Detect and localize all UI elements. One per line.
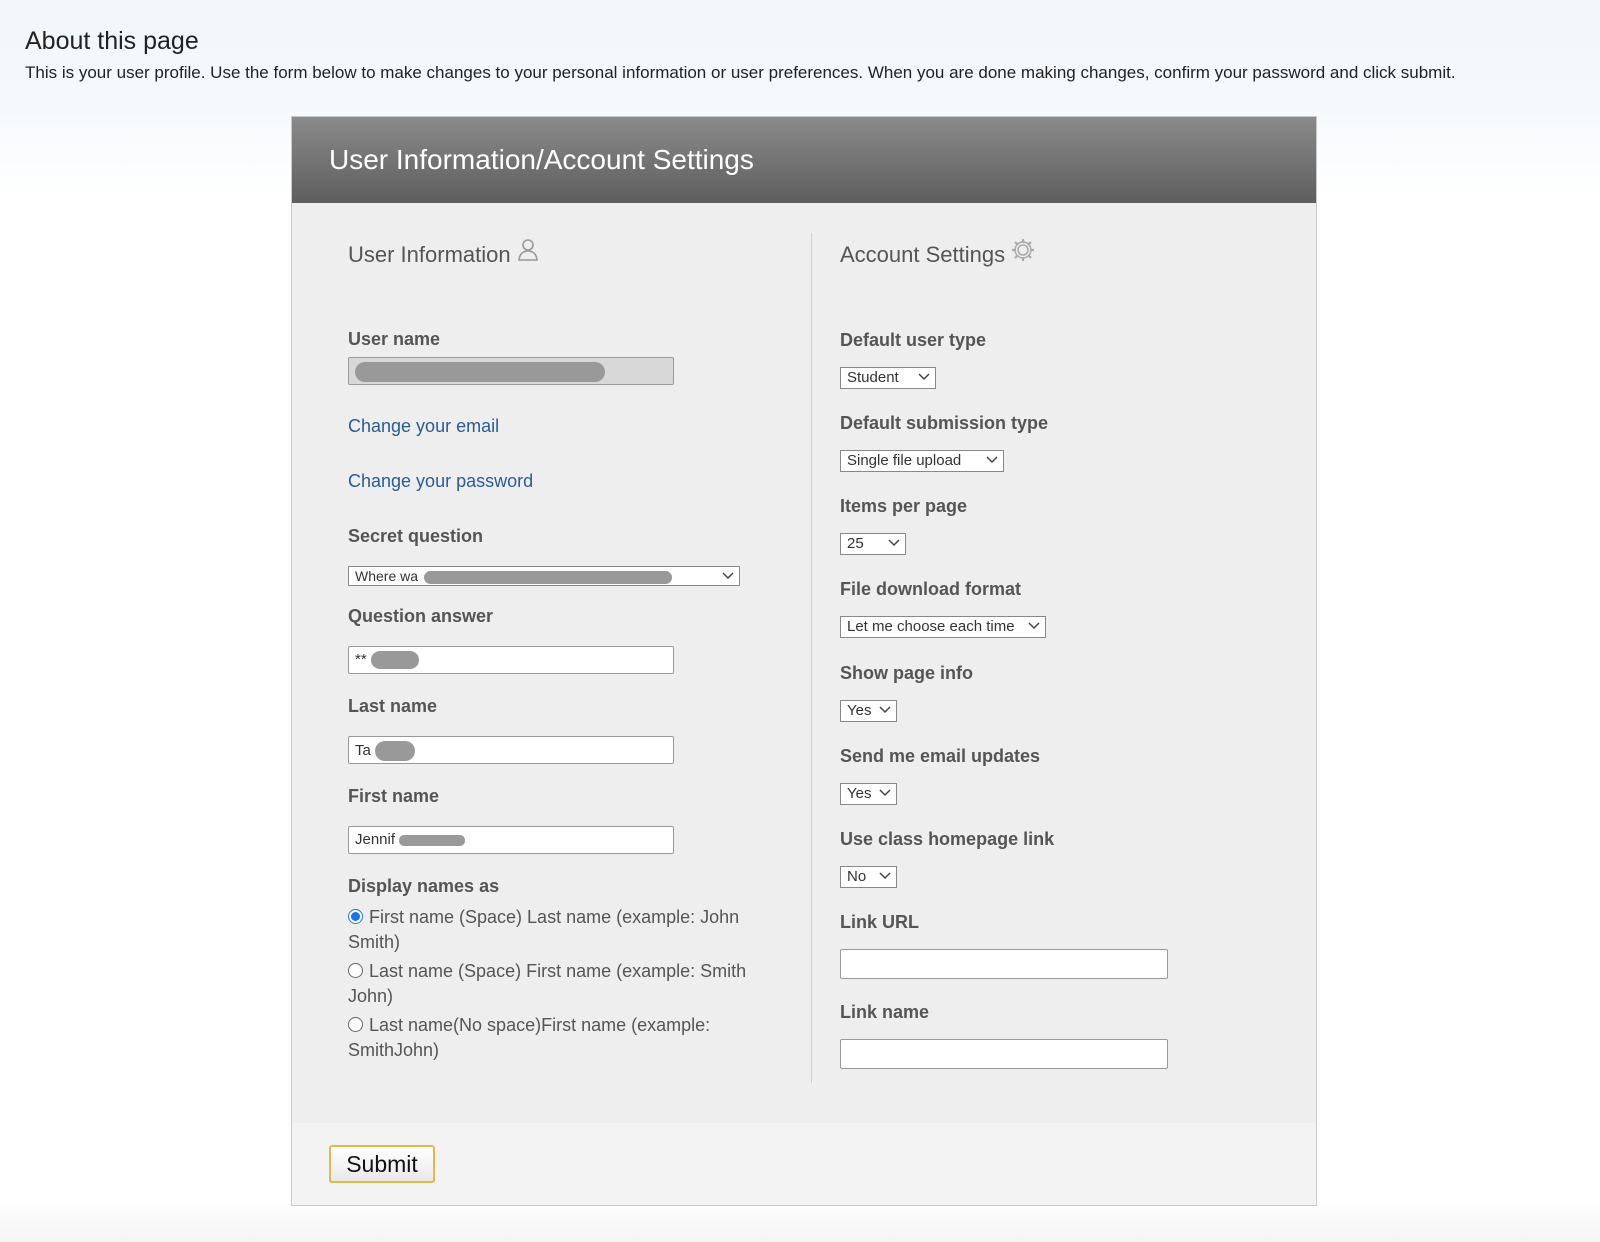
- chevron-down-icon: [722, 572, 734, 580]
- default-submission-type-label: Default submission type: [840, 413, 1049, 433]
- link-url-field[interactable]: [840, 949, 1168, 979]
- panel-header: User Information/Account Settings: [292, 117, 1316, 203]
- question-answer-value: **: [355, 651, 367, 668]
- link-name-field[interactable]: [840, 1039, 1168, 1069]
- default-user-type-select[interactable]: Student: [840, 367, 936, 389]
- radio-button-selected[interactable]: [348, 909, 363, 924]
- class-homepage-select[interactable]: No: [840, 866, 897, 888]
- submit-button[interactable]: Submit: [329, 1145, 435, 1183]
- link-url-label: Link URL: [840, 912, 919, 932]
- chevron-down-icon: [986, 456, 998, 464]
- last-name-value: Ta: [355, 741, 371, 759]
- default-user-type-label: Default user type: [840, 330, 987, 350]
- chevron-down-icon: [1028, 622, 1040, 630]
- chevron-down-icon: [879, 706, 891, 714]
- secret-question-label: Secret question: [348, 526, 484, 546]
- question-answer-field[interactable]: **: [348, 646, 674, 674]
- chevron-down-icon: [879, 789, 891, 797]
- first-name-field[interactable]: Jennif: [348, 826, 674, 854]
- chevron-down-icon: [879, 872, 891, 880]
- class-homepage-label: Use class homepage link: [840, 829, 1055, 849]
- username-field: [348, 357, 674, 385]
- show-page-info-value: Yes: [847, 702, 872, 719]
- display-option-label: First name (Space) Last name (example: J…: [348, 907, 740, 952]
- first-name-label: First name: [348, 786, 440, 806]
- display-option-first-last[interactable]: First name (Space) Last name (example: J…: [348, 905, 768, 955]
- panel-title: User Information/Account Settings: [329, 144, 754, 175]
- about-title: About this page: [25, 27, 199, 55]
- secret-question-select[interactable]: Where wa: [348, 566, 740, 586]
- items-per-page-select[interactable]: 25: [840, 533, 906, 555]
- username-label: User name: [348, 329, 441, 349]
- radio-button[interactable]: [348, 1017, 363, 1032]
- user-icon: [517, 238, 539, 268]
- about-section: About this page This is your user profil…: [25, 24, 1585, 84]
- default-user-type-value: Student: [847, 369, 899, 386]
- chevron-down-icon: [918, 373, 930, 381]
- email-updates-value: Yes: [847, 785, 872, 802]
- panel-footer: Submit: [292, 1123, 1316, 1205]
- change-email-link[interactable]: Change your email: [348, 416, 499, 437]
- class-homepage-value: No: [847, 868, 867, 885]
- secret-question-value: Where wa: [355, 568, 419, 584]
- about-description: This is your user profile. Use the form …: [25, 63, 1456, 82]
- redacted-username: [355, 362, 605, 382]
- redacted-answer: [370, 651, 419, 670]
- show-page-info-label: Show page info: [840, 663, 973, 683]
- display-names-label: Display names as: [348, 876, 500, 896]
- items-per-page-label: Items per page: [840, 496, 968, 516]
- question-answer-label: Question answer: [348, 606, 494, 626]
- account-settings-title: Account Settings: [840, 242, 1006, 267]
- gear-icon: [1011, 238, 1035, 268]
- display-option-last-first-nospace[interactable]: Last name(No space)First name (example: …: [348, 1013, 768, 1063]
- column-divider: [811, 233, 812, 1083]
- settings-panel: User Information/Account Settings User I…: [291, 116, 1317, 1206]
- display-option-last-first[interactable]: Last name (Space) First name (example: S…: [348, 959, 768, 1009]
- link-name-label: Link name: [840, 1002, 930, 1022]
- radio-button[interactable]: [348, 963, 363, 978]
- change-password-link[interactable]: Change your password: [348, 471, 533, 492]
- file-download-format-select[interactable]: Let me choose each time: [840, 616, 1046, 638]
- file-download-format-value: Let me choose each time: [847, 618, 1015, 635]
- last-name-field[interactable]: Ta: [348, 736, 674, 764]
- file-download-format-label: File download format: [840, 579, 1022, 599]
- email-updates-label: Send me email updates: [840, 746, 1041, 766]
- redacted-question: [423, 570, 672, 584]
- user-information-heading: User Information: [348, 239, 539, 272]
- email-updates-select[interactable]: Yes: [840, 783, 897, 805]
- default-submission-type-value: Single file upload: [847, 452, 962, 469]
- first-name-value: Jennif: [355, 831, 396, 848]
- redacted-last-name: [375, 741, 416, 761]
- redacted-first-name: [399, 834, 466, 846]
- display-option-label: Last name(No space)First name (example: …: [348, 1015, 711, 1060]
- chevron-down-icon: [888, 539, 900, 547]
- show-page-info-select[interactable]: Yes: [840, 700, 897, 722]
- user-information-title: User Information: [348, 242, 511, 267]
- items-per-page-value: 25: [847, 535, 864, 552]
- last-name-label: Last name: [348, 696, 438, 716]
- account-settings-heading: Account Settings: [840, 239, 1035, 272]
- display-option-label: Last name (Space) First name (example: S…: [348, 961, 747, 1006]
- default-submission-type-select[interactable]: Single file upload: [840, 450, 1004, 472]
